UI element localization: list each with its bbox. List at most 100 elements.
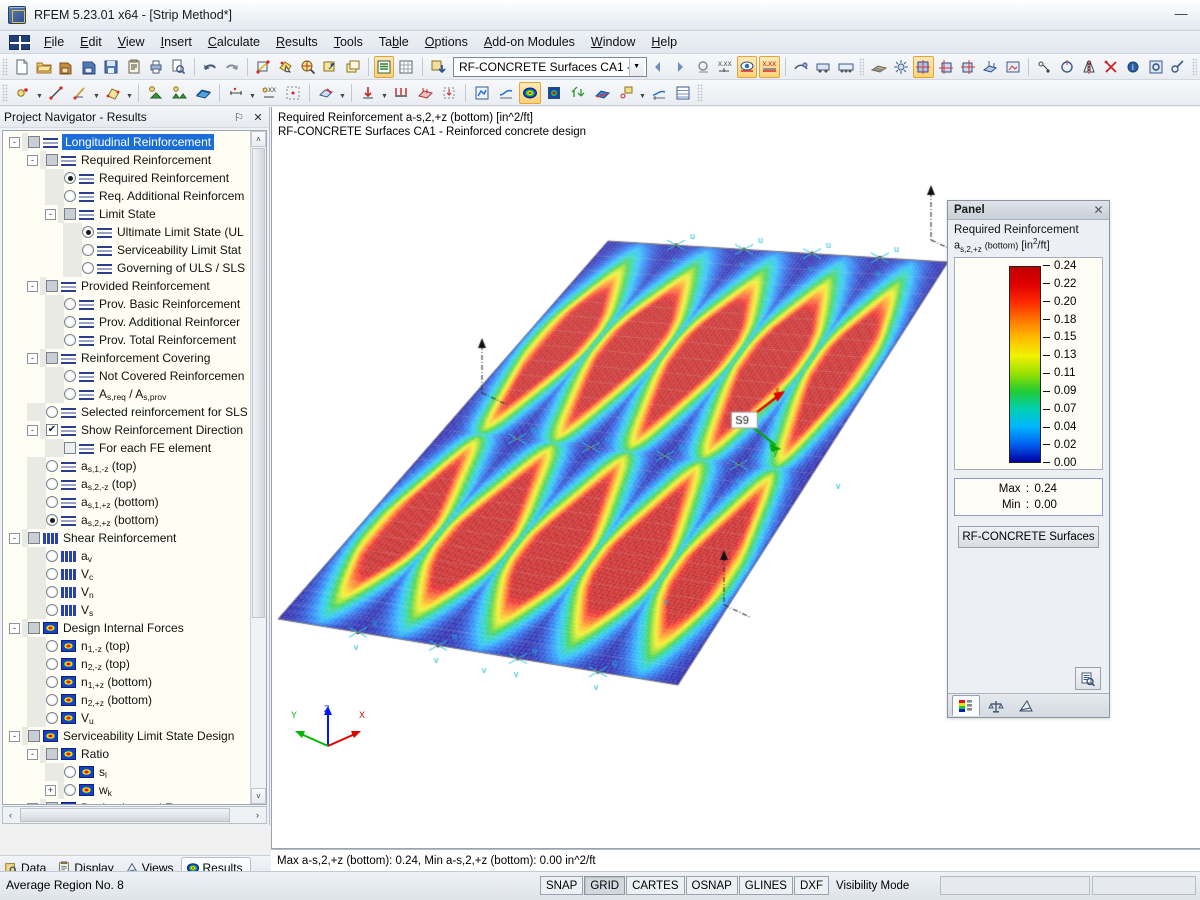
toolbar-grip[interactable]: [2, 83, 8, 102]
tree-item-13[interactable]: Not Covered Reinforcemen: [3, 367, 250, 385]
menu-item-add-on-modules[interactable]: Add-on Modules: [476, 32, 583, 52]
calculate-button[interactable]: [471, 82, 493, 104]
hscroll-left-button[interactable]: ‹: [3, 808, 18, 823]
result-contour-button[interactable]: [519, 81, 541, 104]
tree-radio[interactable]: [64, 766, 76, 778]
scroll-thumb[interactable]: [252, 148, 265, 618]
tree-horizontal-scrollbar[interactable]: ‹ ›: [2, 806, 267, 824]
tree-checkbox[interactable]: [64, 442, 76, 454]
isosurface-button[interactable]: [543, 82, 565, 104]
line-load-button[interactable]: [390, 82, 412, 104]
tree-radio[interactable]: [46, 460, 58, 472]
navigator-tree[interactable]: - Longitudinal Reinforcement - Required Rei…: [3, 131, 250, 804]
tree-item-22[interactable]: - Shear Reinforcement: [3, 529, 250, 547]
tree-expander[interactable]: -: [9, 622, 20, 634]
tree-item-31[interactable]: n2,+z (bottom): [3, 691, 250, 709]
chevron-down-icon[interactable]: ▼: [92, 82, 101, 104]
panel-tab-colorbar[interactable]: [952, 695, 980, 716]
show-results-button[interactable]: [737, 55, 758, 78]
tree-group-box[interactable]: [46, 352, 58, 364]
tree-item-28[interactable]: n1,-z (top): [3, 637, 250, 655]
tree-group-box[interactable]: [64, 208, 76, 220]
close-icon[interactable]: ✕: [250, 109, 266, 125]
save-all-button[interactable]: [56, 56, 76, 78]
tree-group-box[interactable]: [46, 748, 58, 760]
menu-item-options[interactable]: Options: [417, 32, 476, 52]
minimize-button[interactable]: —: [1168, 2, 1194, 24]
tree-item-37[interactable]: - Design Internal Forces: [3, 799, 250, 804]
tree-item-8[interactable]: - Provided Reinforcement: [3, 277, 250, 295]
edit-mesh-button[interactable]: [315, 82, 337, 104]
tree-group-box[interactable]: [46, 280, 58, 292]
info-button[interactable]: i: [1123, 56, 1143, 78]
tree-expander[interactable]: -: [45, 208, 56, 220]
nodal-support-button[interactable]: [144, 82, 166, 104]
tree-expander[interactable]: -: [27, 424, 38, 436]
tree-item-18[interactable]: as,1,-z (top): [3, 457, 250, 475]
tree-radio[interactable]: [82, 262, 94, 274]
report-button[interactable]: [123, 56, 143, 78]
tree-item-34[interactable]: - Ratio: [3, 745, 250, 763]
toolbar-grip[interactable]: [697, 83, 703, 102]
view-3d-button[interactable]: [980, 56, 1000, 78]
rotate-button[interactable]: [1056, 56, 1076, 78]
grid-table-button[interactable]: [396, 56, 416, 78]
mirror-button[interactable]: [1079, 56, 1099, 78]
tree-vertical-scrollbar[interactable]: ˄ ˅: [250, 131, 266, 804]
tree-radio[interactable]: [46, 496, 58, 508]
zoom-window-button[interactable]: [298, 56, 318, 78]
menu-item-file[interactable]: File: [36, 32, 72, 52]
tree-item-29[interactable]: n2,-z (top): [3, 655, 250, 673]
menu-item-view[interactable]: View: [110, 32, 153, 52]
tree-expander[interactable]: -: [27, 802, 38, 804]
pin-icon[interactable]: ⚐: [231, 109, 247, 125]
tree-radio[interactable]: [64, 190, 76, 202]
menu-item-insert[interactable]: Insert: [153, 32, 200, 52]
hscroll-right-button[interactable]: ›: [250, 808, 265, 823]
tree-radio-selected[interactable]: [46, 514, 58, 526]
scroll-down-button[interactable]: ˅: [251, 788, 266, 804]
zoom-all-button[interactable]: [320, 56, 340, 78]
new-surface-button[interactable]: [102, 82, 124, 104]
deformation-button[interactable]: [495, 82, 517, 104]
line-support-button[interactable]: [168, 82, 190, 104]
tree-expander[interactable]: -: [9, 136, 20, 148]
tree-item-12[interactable]: - Reinforcement Covering: [3, 349, 250, 367]
move-button[interactable]: [1034, 56, 1054, 78]
tree-radio[interactable]: [46, 640, 58, 652]
tree-item-27[interactable]: - Design Internal Forces: [3, 619, 250, 637]
menu-item-help[interactable]: Help: [643, 32, 685, 52]
new-line-button[interactable]: [45, 82, 67, 104]
tree-item-35[interactable]: sl: [3, 763, 250, 781]
free-load-button[interactable]: [438, 82, 460, 104]
load-cases-button[interactable]: [813, 56, 833, 78]
new-node-button[interactable]: [12, 82, 34, 104]
surface-load-button[interactable]: [414, 82, 436, 104]
chevron-down-icon[interactable]: ▼: [248, 82, 257, 104]
fe-mesh-button[interactable]: [868, 56, 888, 78]
tree-radio[interactable]: [46, 568, 58, 580]
new-member-button[interactable]: [69, 82, 91, 104]
tree-radio[interactable]: [46, 406, 58, 418]
menu-item-calculate[interactable]: Calculate: [200, 32, 268, 52]
tree-radio[interactable]: [64, 316, 76, 328]
menu-item-table[interactable]: Table: [371, 32, 417, 52]
select-objects-button[interactable]: [253, 56, 273, 78]
print-button[interactable]: [146, 56, 166, 78]
save-as-button[interactable]: [79, 56, 99, 78]
result-diagram-button[interactable]: [692, 56, 712, 78]
tables-view-button[interactable]: [373, 55, 395, 78]
tree-group-box[interactable]: [28, 532, 40, 544]
tree-item-1[interactable]: - Required Reinforcement: [3, 151, 250, 169]
tree-radio[interactable]: [64, 388, 76, 400]
tree-item-32[interactable]: Vu: [3, 709, 250, 727]
tree-radio[interactable]: [46, 712, 58, 724]
toolbar-grip[interactable]: [2, 57, 8, 76]
tree-item-0[interactable]: - Longitudinal Reinforcement: [3, 133, 250, 151]
tree-group-box[interactable]: [28, 622, 40, 634]
tree-expander[interactable]: -: [27, 748, 38, 760]
tree-item-5[interactable]: Ultimate Limit State (UL: [3, 223, 250, 241]
toolbar-grip[interactable]: [858, 57, 865, 76]
toolbar-grip[interactable]: [1191, 57, 1198, 76]
tree-expander[interactable]: -: [27, 352, 38, 364]
